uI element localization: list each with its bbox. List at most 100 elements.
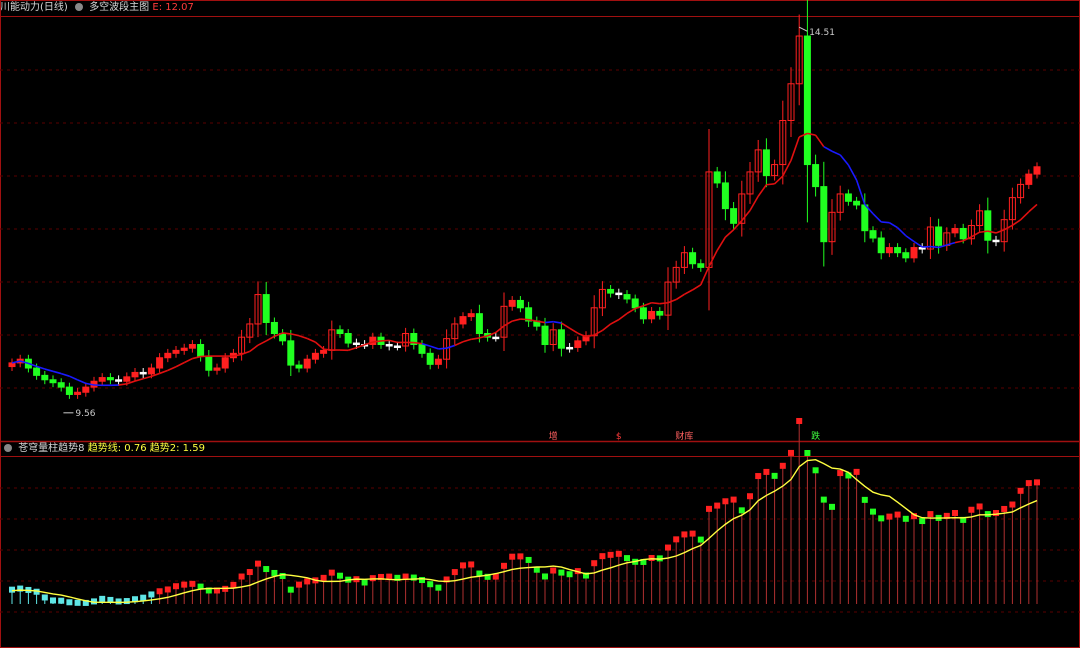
candle-body [492, 336, 500, 340]
candle-body [467, 313, 475, 318]
candle-body [615, 292, 623, 296]
candle-body [639, 307, 647, 320]
trend-block [550, 567, 557, 574]
trend-block [615, 550, 622, 557]
trend-block [722, 498, 729, 505]
trend-block [525, 556, 532, 563]
ma-segment [872, 213, 882, 223]
candle-body [918, 247, 926, 250]
ma-segment [413, 341, 423, 345]
ma-segment [389, 339, 398, 344]
trend-block [763, 468, 770, 475]
candle-body [426, 352, 434, 365]
candle-body [910, 247, 918, 259]
ma-segment [577, 332, 587, 338]
ma-segment [823, 145, 833, 152]
ma-segment [979, 230, 988, 234]
candle-body [262, 294, 270, 323]
candle-body [74, 391, 82, 395]
ma-segment [438, 347, 447, 350]
candle-body [65, 386, 73, 395]
ma-segment [954, 240, 964, 244]
trend-block [779, 462, 786, 469]
trend-block [140, 594, 147, 601]
ma-segment [462, 338, 472, 343]
ma-segment [651, 301, 660, 305]
ma-segment [544, 320, 554, 324]
ma-segment [757, 184, 768, 197]
trend-block [665, 544, 671, 551]
trend-block [271, 569, 278, 576]
trend-block [927, 511, 934, 518]
trend-block [902, 515, 909, 522]
ma-segment [1011, 219, 1022, 227]
trend-block [328, 569, 335, 576]
trend-block [148, 591, 155, 598]
ma-segment [560, 322, 571, 329]
candle-body [295, 364, 303, 369]
candle-body [123, 376, 131, 382]
ma-segment [512, 318, 521, 322]
ma-segment [913, 240, 923, 248]
trend-block [870, 508, 876, 515]
trend-block [820, 496, 827, 503]
candle-body [33, 367, 41, 376]
ma-segment [839, 154, 850, 166]
high-label: 14.51 [809, 28, 835, 38]
chart-canvas[interactable]: 14.51 9.56 增 $ 财库 跌 [0, 0, 1080, 648]
candle-body [984, 210, 992, 241]
candle-body [812, 164, 820, 188]
trend-block [1009, 501, 1016, 508]
candle-body [861, 204, 869, 232]
ma-segment [175, 361, 185, 368]
candle-body [303, 358, 311, 369]
trend-block [747, 493, 753, 500]
candle-body [885, 247, 893, 254]
trend-block [976, 503, 983, 510]
ma-segment [610, 318, 620, 325]
trend-block [189, 580, 196, 587]
trend-block [804, 450, 811, 456]
ma-segment [503, 320, 513, 327]
trend-block [238, 573, 245, 580]
candle-body [689, 252, 697, 265]
signal-marker: 跌 [811, 431, 820, 442]
ma-segment [675, 293, 685, 301]
candle-body [935, 226, 943, 246]
ma-segment [814, 134, 825, 148]
trend-block [591, 560, 598, 567]
trend-block [812, 467, 819, 474]
ma-segment [946, 241, 956, 246]
ma-segment [716, 236, 727, 251]
trend-block [451, 569, 458, 576]
ma-segment [659, 301, 669, 305]
signal-marker: 财库 [675, 430, 693, 442]
candle-body [853, 200, 861, 206]
ma-segment [684, 289, 693, 296]
high-pointer [798, 26, 808, 32]
trend-block [993, 510, 999, 517]
ma-segment [282, 332, 291, 335]
candle-body [385, 344, 393, 347]
trend-block [58, 597, 65, 604]
candle-body [156, 357, 164, 369]
candle-body [951, 227, 959, 234]
candle-body [41, 374, 49, 381]
candle-body [139, 371, 147, 375]
trend-block [738, 507, 745, 514]
ma-segment [724, 229, 735, 238]
candle-body [188, 344, 196, 349]
candle-body [902, 252, 910, 259]
ma-segment [372, 340, 382, 343]
ma-segment [60, 372, 70, 377]
candle-body [8, 362, 16, 368]
candle-body [164, 352, 172, 359]
ma-segment [888, 222, 899, 229]
trend-block [246, 569, 253, 576]
trend-block [1034, 479, 1040, 486]
ma-segment [774, 175, 784, 185]
ma-segment [971, 231, 980, 238]
trend-block [689, 530, 696, 537]
trend-block [427, 581, 434, 588]
trend-block [829, 503, 835, 510]
